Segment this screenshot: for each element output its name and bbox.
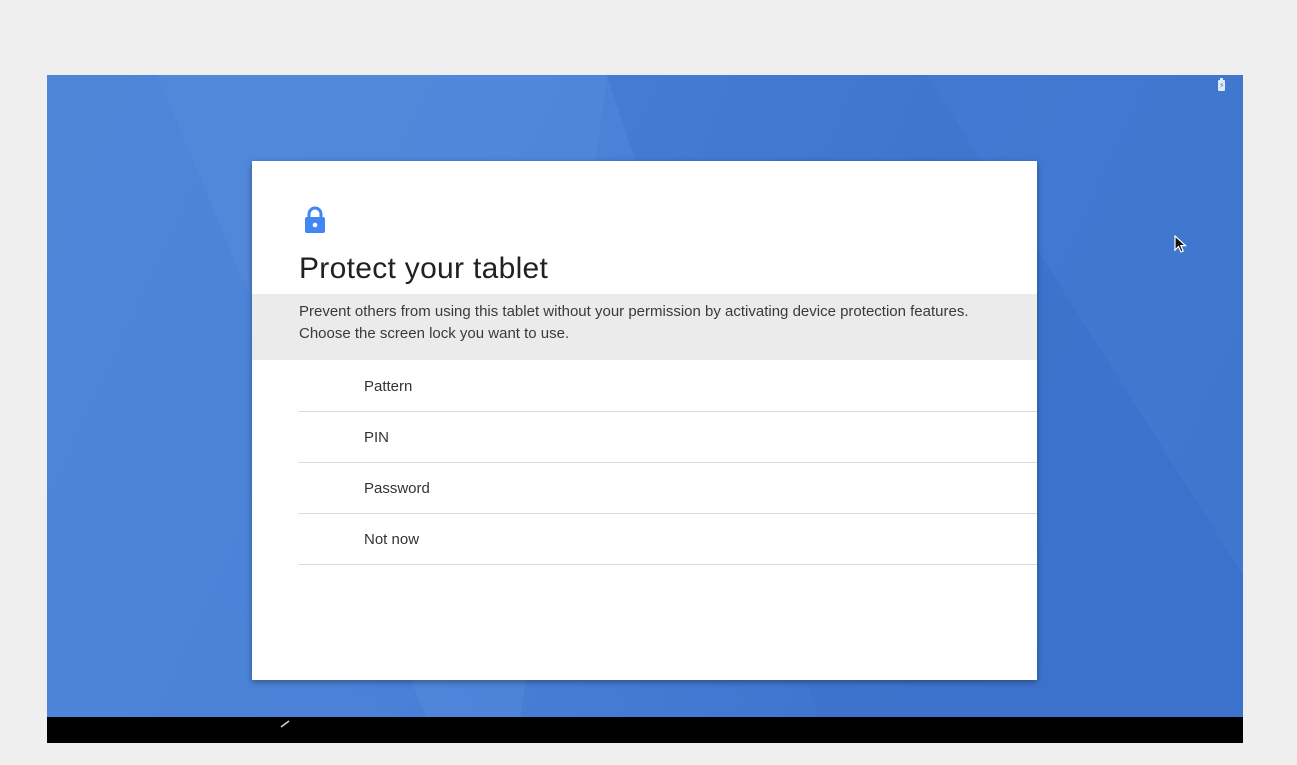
dialog-description: Prevent others from using this tablet wi… bbox=[299, 303, 969, 342]
description-band: Prevent others from using this tablet wi… bbox=[252, 294, 1037, 360]
status-bar: ⚡ bbox=[47, 75, 1243, 97]
dialog-title: Protect your tablet bbox=[299, 252, 549, 285]
option-not-now[interactable]: Not now bbox=[298, 514, 1037, 565]
option-pin[interactable]: PIN bbox=[298, 412, 1037, 463]
option-pattern[interactable]: Pattern bbox=[298, 361, 1037, 412]
option-label: Not now bbox=[364, 531, 420, 548]
lock-icon bbox=[305, 206, 325, 233]
option-label: Pattern bbox=[364, 378, 413, 395]
tablet-screen: ⚡ Protect your tablet Prevent others fro… bbox=[47, 75, 1243, 743]
battery-charging-icon: ⚡ bbox=[1218, 78, 1225, 91]
screen-lock-options: Pattern PIN Password Not now bbox=[298, 361, 1037, 565]
protect-tablet-dialog: Protect your tablet Prevent others from … bbox=[252, 161, 1037, 680]
navigation-bar bbox=[47, 717, 1243, 743]
option-label: Password bbox=[364, 480, 430, 497]
option-password[interactable]: Password bbox=[298, 463, 1037, 514]
back-icon[interactable] bbox=[269, 717, 299, 743]
option-label: PIN bbox=[364, 429, 390, 446]
mouse-cursor-icon bbox=[1174, 235, 1188, 253]
